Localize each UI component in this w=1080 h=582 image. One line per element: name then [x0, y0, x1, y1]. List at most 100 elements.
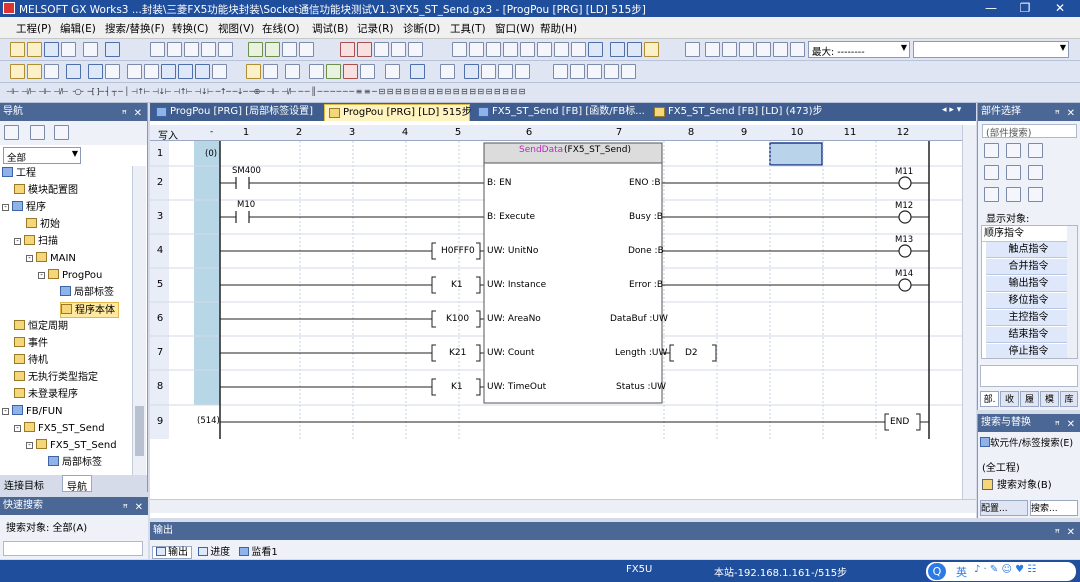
program-tool-25-icon[interactable] [587, 64, 602, 79]
program-tool-19-icon[interactable] [464, 64, 479, 79]
end-instruction[interactable]: END [890, 417, 909, 427]
pin-icon[interactable]: ꟸ [1055, 417, 1060, 435]
collapse-icon[interactable]: - [2, 408, 9, 415]
plc-write-icon[interactable] [265, 42, 280, 57]
editor-vscrollbar[interactable] [962, 125, 976, 499]
tree-item-progpou[interactable]: - ProgPou [38, 268, 102, 284]
tab-configuration[interactable]: 配置... [980, 500, 1028, 516]
tab-scroll-icon[interactable]: ◂ ▸ ▾ [942, 105, 961, 115]
stop-circle-icon[interactable] [722, 42, 737, 57]
verify-icon[interactable] [282, 42, 297, 57]
operand-timeout[interactable]: K1 [451, 382, 463, 392]
list-item-master-control[interactable]: 主控指令 [986, 310, 1071, 326]
tab-progpou-ld[interactable]: ProgPou [PRG] [LD] 515步 [324, 104, 472, 121]
new-project-icon[interactable] [10, 42, 25, 57]
parts-tool-3-icon[interactable] [1028, 143, 1043, 158]
skip-icon[interactable] [773, 42, 788, 57]
device-dev-icon[interactable] [161, 64, 176, 79]
tab-progress[interactable]: 进度 [195, 547, 233, 558]
restore-button[interactable]: ❐ [1008, 0, 1042, 17]
tree-item-local-label[interactable]: 局部标签 [60, 285, 114, 301]
quick-search-target[interactable]: 搜索对象: 全部(A) [6, 519, 87, 534]
tree-item-initial[interactable]: 初始 [26, 217, 60, 233]
menu-edit[interactable]: 编辑(E) [60, 21, 96, 36]
tab-fb-label-settings[interactable]: FX5_ST_Send [FB] [函数/FB标... [474, 104, 646, 121]
tree-scrollbar[interactable] [132, 166, 146, 475]
tree-item-main[interactable]: - MAIN [26, 251, 76, 267]
help-icon[interactable] [105, 42, 120, 57]
tree-item-event[interactable]: 事件 [14, 336, 48, 352]
close-icon[interactable]: ✕ [1067, 416, 1075, 434]
tree-item-scan[interactable]: - 扫描 [14, 234, 58, 250]
menu-record[interactable]: 记录(R) [357, 21, 394, 36]
parts-tool-2-icon[interactable] [1006, 143, 1021, 158]
monitor-start-icon[interactable] [340, 42, 355, 57]
program-tool-16-icon[interactable] [385, 64, 400, 79]
parts-tool-7-icon[interactable] [984, 187, 999, 202]
program-tool-24-icon[interactable] [570, 64, 585, 79]
contact-sm400[interactable]: SM400 [232, 166, 261, 176]
list-item-sequence[interactable]: 顺序指令 [982, 226, 1067, 242]
close-button[interactable]: ✕ [1043, 0, 1077, 17]
list-item-contact[interactable]: 触点指令 [986, 242, 1071, 258]
parts-tool-4-icon[interactable] [984, 165, 999, 180]
ime-tools-icon[interactable]: ♪ · ✎ ☺ ♥ ☷ [974, 564, 1036, 575]
tab-device-label-search[interactable]: 软元件/标签搜索(E) [980, 435, 1073, 449]
collapse-icon[interactable]: - [14, 238, 21, 245]
plc-read-icon[interactable] [248, 42, 263, 57]
search-target-button[interactable]: 搜索对象(B) [982, 476, 1052, 491]
program-tool-22-icon[interactable] [515, 64, 530, 79]
step-run-icon[interactable] [685, 42, 700, 57]
menu-online[interactable]: 在线(O) [262, 21, 299, 36]
tree-item-standby[interactable]: 待机 [14, 353, 48, 369]
save-icon[interactable] [44, 42, 59, 57]
tab-library[interactable]: 库 [1060, 391, 1078, 407]
tree-item-project[interactable]: 工程 [2, 166, 36, 182]
coil-m11[interactable]: M11 [895, 167, 913, 177]
tab-search[interactable]: 搜索... [1030, 500, 1078, 516]
copy-icon[interactable] [167, 42, 182, 57]
tree-item-no-exec-type[interactable]: 无执行类型指定 [14, 370, 98, 386]
program-tool-2-icon[interactable] [27, 64, 42, 79]
collapse-icon[interactable]: - [38, 272, 45, 279]
close-icon[interactable]: ✕ [1067, 105, 1075, 123]
program-tool-21-icon[interactable] [498, 64, 513, 79]
param-icon[interactable] [537, 42, 552, 57]
collapse-icon[interactable]: - [26, 255, 33, 262]
operand-unitno[interactable]: H0FFF0 [441, 246, 475, 256]
operand-instance[interactable]: K1 [451, 280, 463, 290]
tab-parts[interactable]: 部. [980, 391, 999, 407]
list-item-end[interactable]: 结束指令 [986, 327, 1071, 343]
menu-diagnose[interactable]: 诊断(D) [403, 21, 440, 36]
tab-navigation[interactable]: 导航 [62, 475, 92, 493]
zoom-out-icon[interactable] [627, 42, 642, 57]
program-tool-4-icon[interactable] [66, 64, 81, 79]
program-tool-15-icon[interactable] [360, 64, 375, 79]
tab-module[interactable]: 模 [1040, 391, 1059, 407]
program-tool-14-icon[interactable] [343, 64, 358, 79]
device-dev4-icon[interactable] [212, 64, 227, 79]
cut-icon[interactable] [150, 42, 165, 57]
operand-count[interactable]: K21 [449, 348, 466, 358]
simulation-stop-icon[interactable] [486, 42, 501, 57]
program-tool-13-icon[interactable] [326, 64, 341, 79]
watch-icon[interactable] [374, 42, 389, 57]
nav-list-icon[interactable] [4, 125, 19, 140]
close-icon[interactable]: ✕ [135, 499, 143, 517]
simulation-start-icon[interactable] [469, 42, 484, 57]
tab-local-label-settings[interactable]: ProgPou [PRG] [局部标签设置] [152, 104, 320, 121]
program-tool-1-icon[interactable] [10, 64, 25, 79]
menu-view[interactable]: 视图(V) [218, 21, 254, 36]
parts-tool-6-icon[interactable] [1028, 165, 1043, 180]
undo-icon[interactable] [83, 42, 98, 57]
ime-language[interactable]: 英 [956, 564, 967, 580]
contact-m10[interactable]: M10 [237, 200, 255, 210]
menu-search[interactable]: 搜索/替换(F) [105, 21, 165, 36]
parts-tool-9-icon[interactable] [1028, 187, 1043, 202]
menu-tools[interactable]: 工具(T) [450, 21, 486, 36]
quick-search-input[interactable] [3, 541, 143, 556]
zoom-select[interactable]: 最大: -------- ▼ [808, 41, 910, 58]
tree-item-fb-fun[interactable]: - FB/FUN [2, 404, 63, 420]
menu-convert[interactable]: 转换(C) [172, 21, 209, 36]
operand-areano[interactable]: K100 [446, 314, 469, 324]
